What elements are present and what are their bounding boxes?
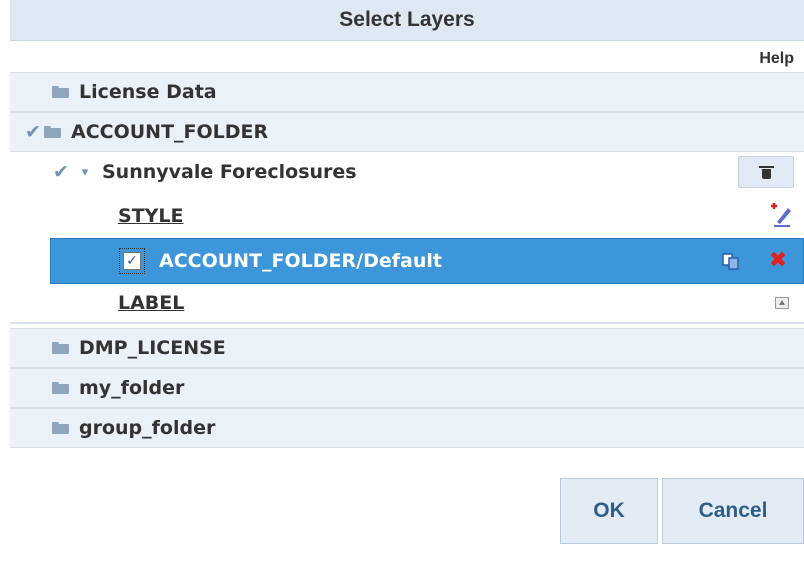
check-icon: ✔	[53, 161, 69, 183]
folder-icon	[52, 382, 69, 394]
layer-row-sunnyvale[interactable]: ✔ ▾ Sunnyvale Foreclosures	[10, 152, 804, 192]
cancel-button[interactable]: Cancel	[662, 478, 804, 544]
style-label: ACCOUNT_FOLDER/Default	[159, 250, 442, 272]
style-heading[interactable]: STYLE	[118, 205, 184, 227]
folder-row-dmp-license[interactable]: DMP_LICENSE	[10, 328, 804, 368]
folder-label: my_folder	[79, 377, 185, 399]
folder-icon	[52, 422, 69, 434]
dialog-title-bar: Select Layers	[10, 0, 804, 41]
trash-icon	[758, 165, 774, 179]
folder-row-my-folder[interactable]: my_folder	[10, 368, 804, 408]
check-icon: ✔	[25, 121, 41, 143]
folder-row-account-folder[interactable]: ✔ ACCOUNT_FOLDER	[10, 112, 804, 152]
folder-label: ACCOUNT_FOLDER	[71, 121, 269, 143]
folder-label: DMP_LICENSE	[79, 337, 226, 359]
layer-label: Sunnyvale Foreclosures	[102, 161, 357, 183]
edit-style-icon[interactable]	[766, 200, 796, 230]
folder-icon	[52, 342, 69, 354]
folder-icon	[44, 126, 61, 138]
label-heading-row: LABEL	[10, 284, 804, 324]
ok-button[interactable]: OK	[560, 478, 658, 544]
folder-icon	[52, 86, 69, 98]
label-image-icon[interactable]	[772, 294, 792, 312]
style-checkbox[interactable]: ✓	[119, 248, 145, 274]
expand-arrow-icon[interactable]: ▾	[76, 165, 94, 180]
copy-icon[interactable]	[720, 250, 744, 272]
delete-style-icon[interactable]: ✖	[764, 246, 792, 274]
label-heading[interactable]: LABEL	[118, 292, 184, 314]
dialog-title: Select Layers	[339, 8, 475, 31]
style-row-selected[interactable]: ✓ ACCOUNT_FOLDER/Default	[50, 238, 804, 284]
folder-label: License Data	[79, 81, 217, 103]
help-link[interactable]: Help	[759, 50, 794, 68]
folder-row-license-data[interactable]: License Data	[10, 72, 804, 112]
folder-row-group-folder[interactable]: group_folder	[10, 408, 804, 448]
delete-layer-button[interactable]	[738, 156, 794, 188]
style-heading-row: STYLE	[10, 196, 804, 236]
folder-label: group_folder	[79, 417, 216, 439]
